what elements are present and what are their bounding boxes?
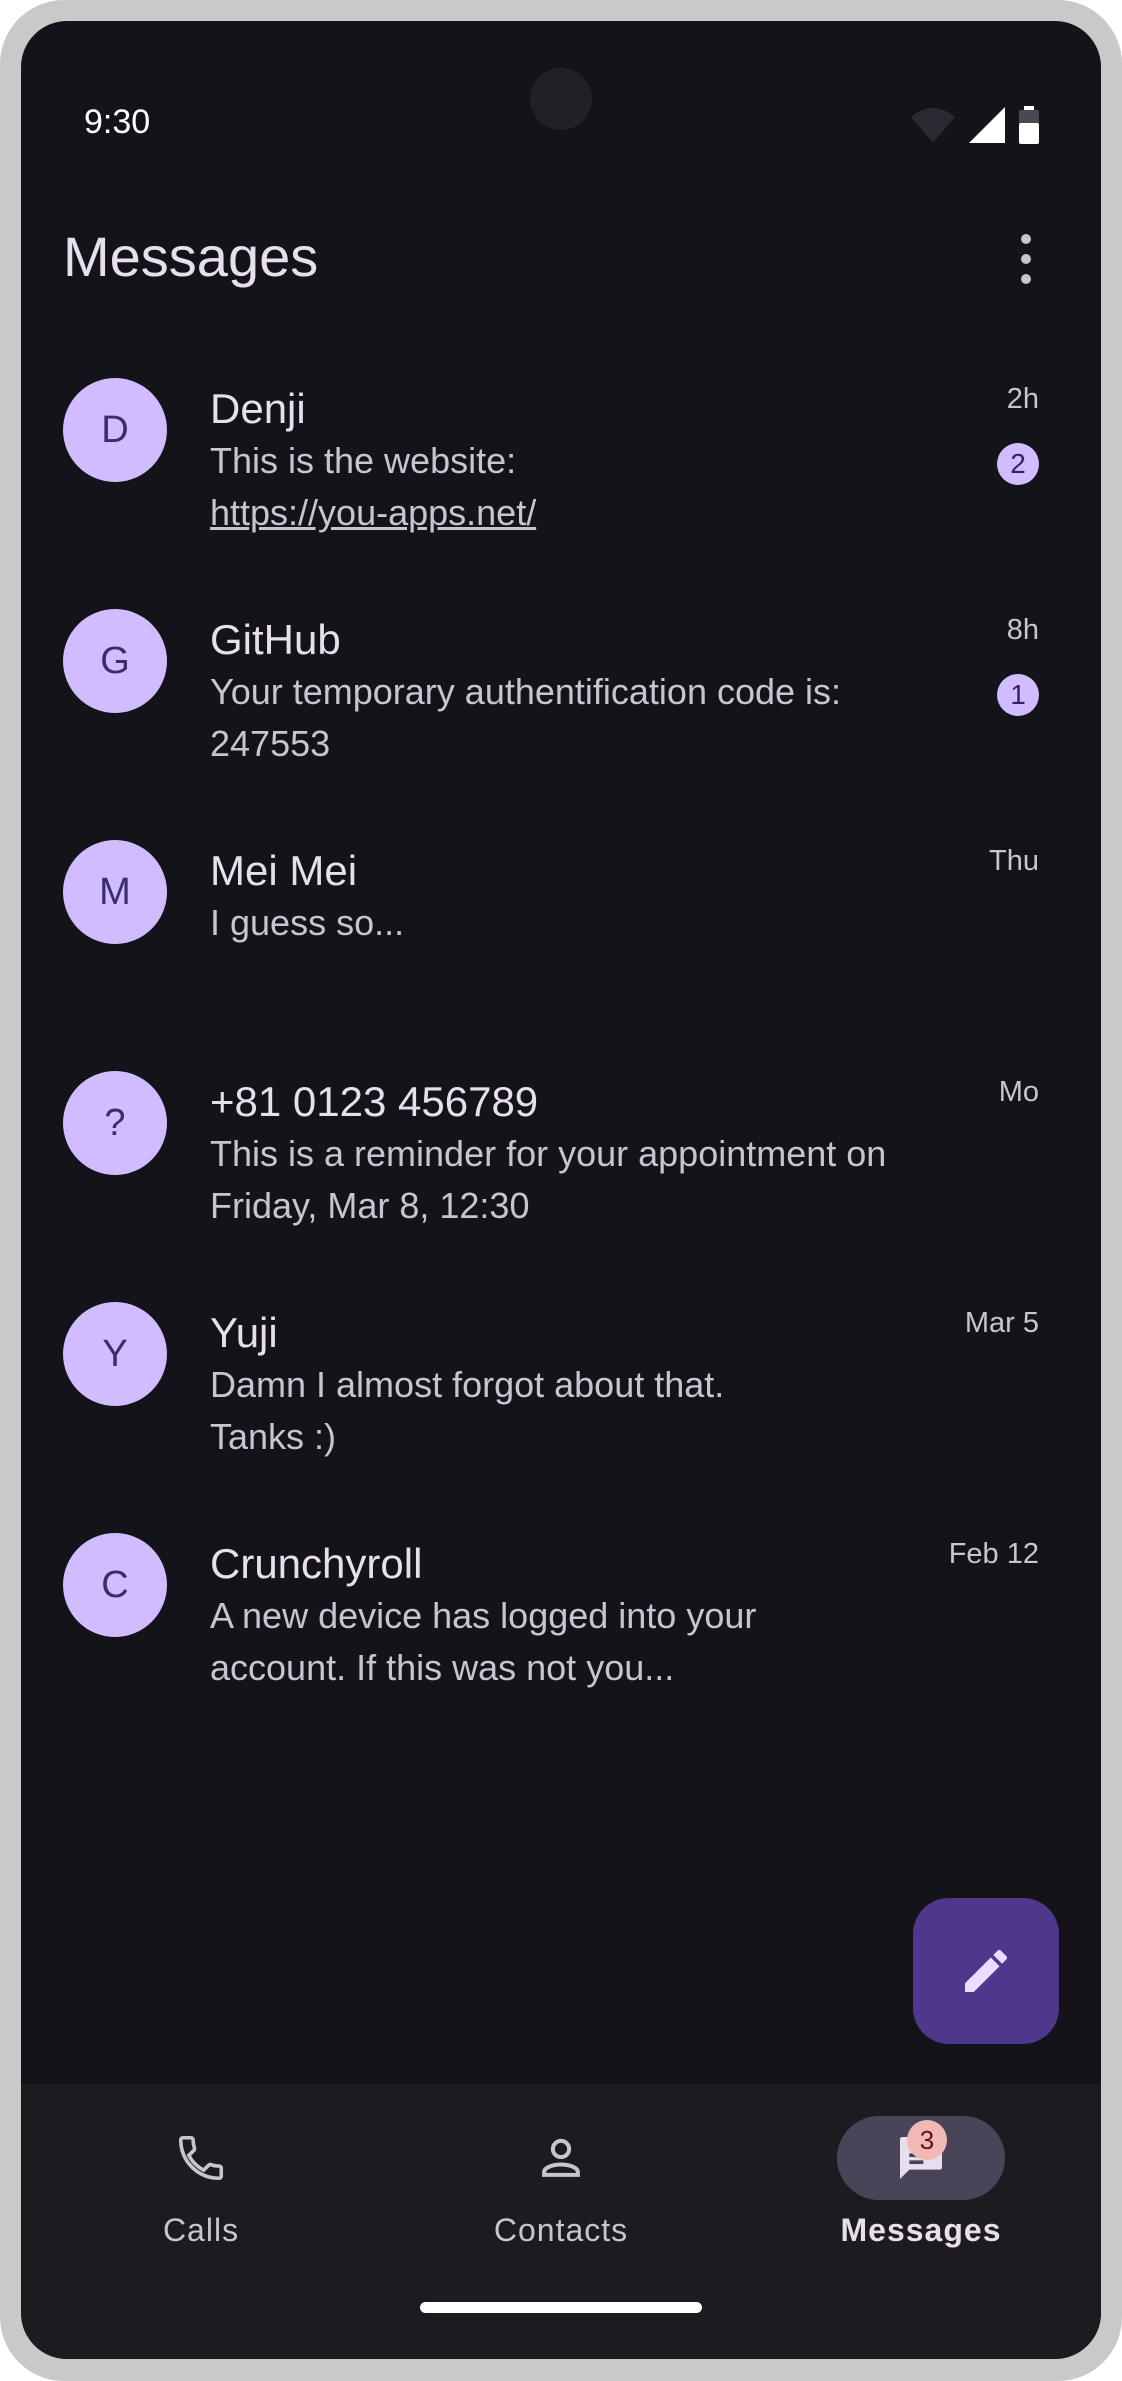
contact-name: Yuji [210,1309,278,1356]
conversation-item[interactable]: Y Yuji Damn I almost forgot about that. … [21,1275,1101,1506]
message-time: Thu [989,845,1039,877]
conversation-list: D Denji This is the website: https://you… [21,351,1101,1737]
nav-item-contacts[interactable]: Contacts [381,2084,741,2284]
contact-name: +81 0123 456789 [210,1078,539,1125]
nav-pill [477,2116,645,2200]
conversation-item[interactable]: G GitHub Your temporary authentification… [21,582,1101,813]
message-time: Feb 12 [948,1538,1039,1570]
edit-icon [965,1949,1008,1992]
message-link[interactable]: https://you-apps.net/ [210,487,970,539]
battery-icon [1019,106,1039,144]
message-time: Mo [998,1076,1039,1108]
conversation-item[interactable]: M Mei Mei I guess so... Thu [21,813,1101,1044]
status-time: 9:30 [84,103,151,141]
nav-label: Calls [162,2212,240,2248]
avatar: G [63,609,167,713]
contact-name: GitHub [210,616,341,663]
unread-badge: 2 [997,443,1039,485]
contact-name: Crunchyroll [210,1540,423,1587]
nav-item-messages[interactable]: 3 Messages [741,2084,1101,2284]
screen: 9:30 Messages D Denji This is the websit… [21,21,1101,2359]
unread-badge: 1 [997,674,1039,716]
nav-label: Contacts [493,2212,629,2248]
conversation-item[interactable]: ? +81 0123 456789 This is a reminder for… [21,1044,1101,1275]
signal-icon [969,107,1005,143]
avatar: ? [63,1071,167,1175]
more-vert-icon[interactable] [1011,234,1041,284]
nav-item-calls[interactable]: Calls [21,2084,381,2284]
message-preview: This is the website: https://you-apps.ne… [210,435,970,539]
compose-button[interactable] [913,1898,1059,2044]
message-time: Mar 5 [964,1307,1039,1339]
message-preview: I guess so... [210,902,405,943]
message-preview: A new device has logged into your accoun… [210,1595,757,1688]
message-time: 8h [1006,614,1039,646]
message-preview-text: This is the website: [210,440,517,481]
notification-badge: 3 [907,2120,947,2160]
home-indicator[interactable] [420,2302,702,2313]
nav-pill [117,2116,285,2200]
nav-label: Messages [840,2212,1002,2248]
avatar: M [63,840,167,944]
avatar: Y [63,1302,167,1406]
person-icon [542,2138,580,2177]
message-preview: This is a reminder for your appointment … [210,1133,887,1226]
device-frame: 9:30 Messages D Denji This is the websit… [0,0,1122,2381]
status-icons [909,105,1041,145]
contact-name: Denji [210,385,306,432]
bottom-navigation: Calls Contacts 3 Messages [21,2084,1101,2359]
avatar: D [63,378,167,482]
message-preview: Damn I almost forgot about that. Tanks :… [210,1364,725,1457]
camera-cutout [530,68,592,130]
phone-icon [178,2135,224,2181]
message-preview: Your temporary authentification code is:… [210,671,842,764]
conversation-item[interactable]: D Denji This is the website: https://you… [21,351,1101,582]
wifi-icon [911,108,955,143]
avatar: C [63,1533,167,1637]
page-title: Messages [63,225,319,288]
conversation-item[interactable]: C Crunchyroll A new device has logged in… [21,1506,1101,1737]
message-time: 2h [1006,383,1039,415]
contact-name: Mei Mei [210,847,358,894]
